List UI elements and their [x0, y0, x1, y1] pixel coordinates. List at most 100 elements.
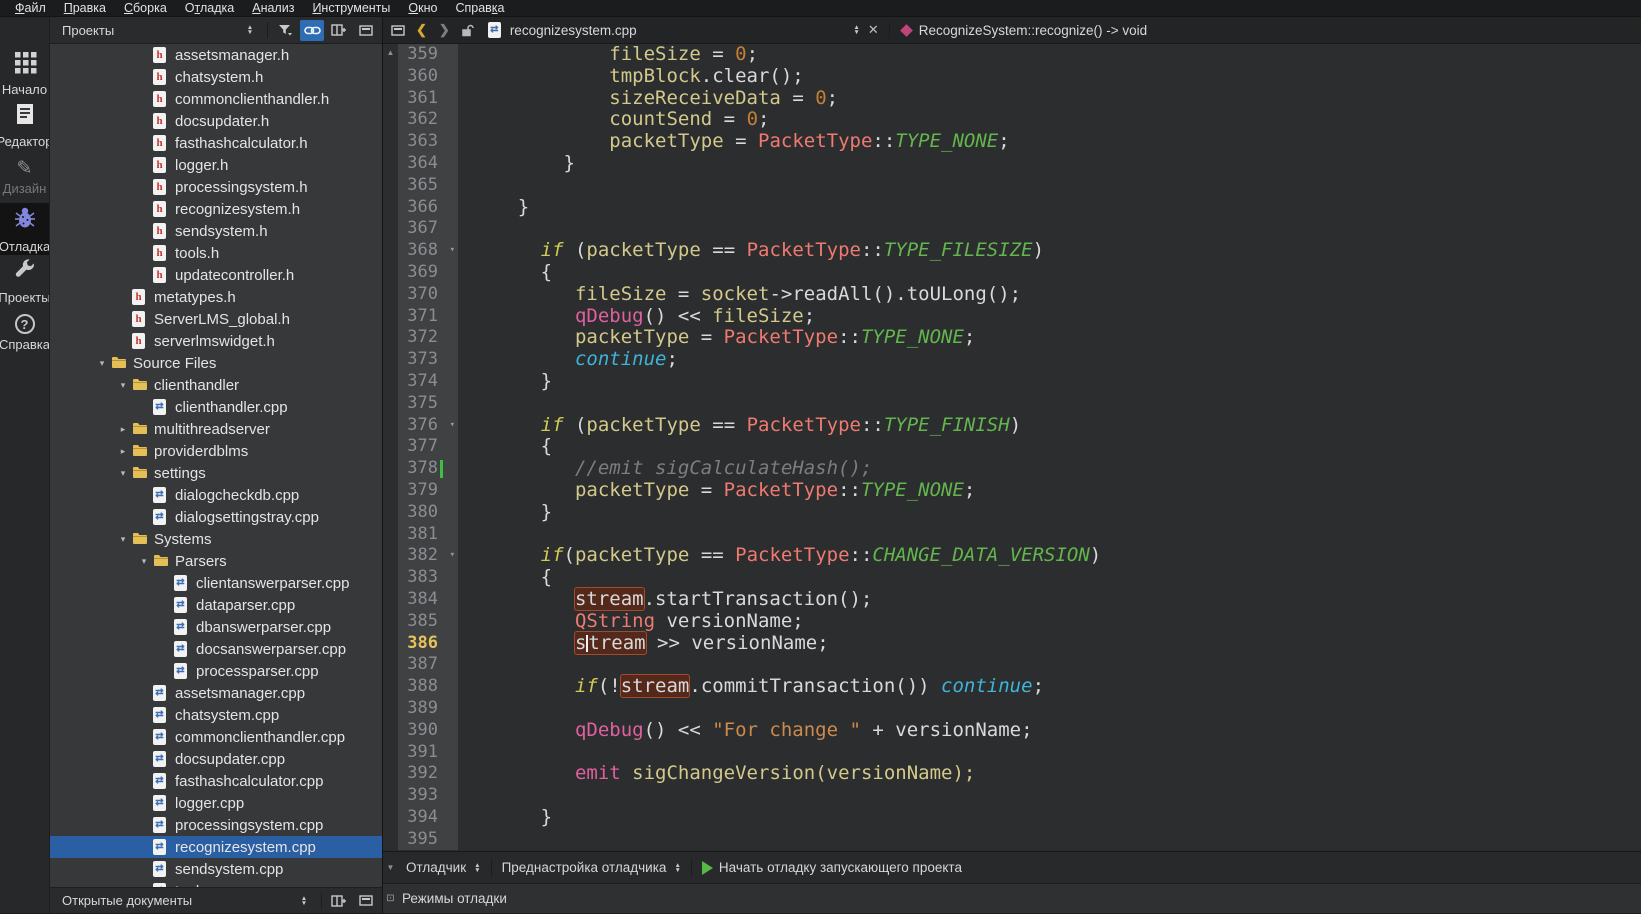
- collapse-panel-icon[interactable]: [354, 20, 378, 41]
- tree-row-docsupdater.h[interactable]: hdocsupdater.h: [50, 110, 382, 132]
- debug-run-icon[interactable]: [702, 861, 713, 875]
- scroll-up-icon[interactable]: ▲: [387, 48, 395, 57]
- code-line-381[interactable]: 381: [398, 524, 1641, 546]
- tree-row-chatsystem.cpp[interactable]: ⇄chatsystem.cpp: [50, 704, 382, 726]
- split-icon[interactable]: [327, 20, 351, 41]
- code-text[interactable]: stream >> versionName;: [472, 633, 1641, 655]
- line-number[interactable]: 372: [398, 327, 458, 349]
- code-text[interactable]: [472, 218, 1641, 240]
- code-line-384[interactable]: 384 stream.startTransaction();: [398, 589, 1641, 611]
- tree-row-fasthashcalculator.cpp[interactable]: ⇄fasthashcalculator.cpp: [50, 770, 382, 792]
- code-text[interactable]: countSend = 0;: [472, 109, 1641, 131]
- code-text[interactable]: [472, 393, 1641, 415]
- code-line-369[interactable]: 369 {: [398, 262, 1641, 284]
- tree-row-assetsmanager.cpp[interactable]: ⇄assetsmanager.cpp: [50, 682, 382, 704]
- open-documents-title[interactable]: Открытые документы: [62, 893, 292, 908]
- code-line-383[interactable]: 383 {: [398, 567, 1641, 589]
- tree-row-chatsystem.h[interactable]: hchatsystem.h: [50, 66, 382, 88]
- unlock-icon[interactable]: [456, 20, 480, 41]
- code-line-382[interactable]: 382▾ if(packetType == PacketType::CHANGE…: [398, 545, 1641, 567]
- code-line-394[interactable]: 394 }: [398, 807, 1641, 829]
- filter-icon[interactable]: [273, 20, 297, 41]
- line-number[interactable]: 384: [398, 589, 458, 611]
- code-line-388[interactable]: 388 if(!stream.commitTransaction()) cont…: [398, 676, 1641, 698]
- line-number[interactable]: 383: [398, 567, 458, 589]
- line-number[interactable]: 377: [398, 436, 458, 458]
- code-line-376[interactable]: 376▾ if (packetType == PacketType::TYPE_…: [398, 415, 1641, 437]
- projects-panel-title[interactable]: Проекты: [62, 23, 238, 38]
- line-number[interactable]: 365: [398, 175, 458, 197]
- close-document-icon[interactable]: ✕: [860, 22, 887, 38]
- tree-row-docsanswerparser.cpp[interactable]: ⇄docsanswerparser.cpp: [50, 638, 382, 660]
- tree-row-dbanswerparser.cpp[interactable]: ⇄dbanswerparser.cpp: [50, 616, 382, 638]
- tree-row-logger.h[interactable]: hlogger.h: [50, 154, 382, 176]
- tree-row-updatecontroller.h[interactable]: hupdatecontroller.h: [50, 264, 382, 286]
- code-line-363[interactable]: 363 packetType = PacketType::TYPE_NONE;: [398, 131, 1641, 153]
- split-icon[interactable]: [327, 890, 351, 911]
- line-number[interactable]: 386: [398, 633, 458, 655]
- code-text[interactable]: emit sigChangeVersion(versionName);: [472, 763, 1641, 785]
- code-text[interactable]: {: [472, 567, 1641, 589]
- chevron-down-icon[interactable]: ▾: [114, 380, 132, 391]
- tree-row-clienthandler[interactable]: ▾clienthandler: [50, 374, 382, 396]
- line-number[interactable]: 361: [398, 88, 458, 110]
- code-line-379[interactable]: 379 packetType = PacketType::TYPE_NONE;: [398, 480, 1641, 502]
- code-text[interactable]: fileSize = 0;: [472, 44, 1641, 66]
- tree-row-recognizesystem.h[interactable]: hrecognizesystem.h: [50, 198, 382, 220]
- mode-item-Редактор[interactable]: Редактор: [0, 99, 49, 151]
- code-text[interactable]: }: [472, 807, 1641, 829]
- code-line-365[interactable]: 365: [398, 175, 1641, 197]
- menu-Справка[interactable]: Справка: [446, 1, 513, 15]
- code-line-380[interactable]: 380 }: [398, 502, 1641, 524]
- tree-row-processingsystem.cpp[interactable]: ⇄processingsystem.cpp: [50, 814, 382, 836]
- menu-Сборка[interactable]: Сборка: [115, 1, 176, 15]
- tree-row-processingsystem.h[interactable]: hprocessingsystem.h: [50, 176, 382, 198]
- tree-row-multithreadserver[interactable]: ▸multithreadserver: [50, 418, 382, 440]
- menu-Анализ[interactable]: Анализ: [243, 1, 303, 15]
- tree-row-processparser.cpp[interactable]: ⇄processparser.cpp: [50, 660, 382, 682]
- code-text[interactable]: packetType = PacketType::TYPE_NONE;: [472, 327, 1641, 349]
- code-text[interactable]: QString versionName;: [472, 611, 1641, 633]
- start-debug-label[interactable]: Начать отладку запускающего проекта: [719, 860, 962, 875]
- line-number[interactable]: 382▾: [398, 545, 458, 567]
- fold-marker-icon[interactable]: ▾: [450, 415, 455, 437]
- line-number[interactable]: 362: [398, 109, 458, 131]
- tree-row-assetsmanager.h[interactable]: hassetsmanager.h: [50, 44, 382, 66]
- navigate-back-icon[interactable]: ❮: [410, 22, 433, 38]
- line-number[interactable]: 387: [398, 654, 458, 676]
- tree-row-tools.cpp[interactable]: ⇄tools.cpp: [50, 880, 382, 887]
- code-text[interactable]: [472, 654, 1641, 676]
- code-line-385[interactable]: 385 QString versionName;: [398, 611, 1641, 633]
- line-number[interactable]: 374: [398, 371, 458, 393]
- code-line-395[interactable]: 395: [398, 829, 1641, 851]
- chevron-down-icon[interactable]: ▾: [135, 556, 153, 567]
- code-text[interactable]: //emit sigCalculateHash();: [472, 458, 1641, 480]
- code-text[interactable]: if (packetType == PacketType::TYPE_FINIS…: [472, 415, 1641, 437]
- tree-row-Parsers[interactable]: ▾Parsers: [50, 550, 382, 572]
- code-line-360[interactable]: 360 tmpBlock.clear();: [398, 66, 1641, 88]
- navigate-forward-icon[interactable]: ❯: [433, 22, 456, 38]
- menu-Окно[interactable]: Окно: [399, 1, 446, 15]
- panel-box-icon[interactable]: [386, 20, 410, 41]
- line-number[interactable]: 376▾: [398, 415, 458, 437]
- line-number[interactable]: 359: [398, 44, 458, 66]
- line-number[interactable]: 370: [398, 284, 458, 306]
- code-lines[interactable]: 359 fileSize = 0;360 tmpBlock.clear();36…: [398, 44, 1641, 851]
- code-line-393[interactable]: 393: [398, 785, 1641, 807]
- collapse-panel-icon[interactable]: [354, 890, 378, 911]
- tree-row-docsupdater.cpp[interactable]: ⇄docsupdater.cpp: [50, 748, 382, 770]
- code-text[interactable]: [472, 175, 1641, 197]
- line-number[interactable]: 367: [398, 218, 458, 240]
- code-text[interactable]: }: [472, 153, 1641, 175]
- current-symbol[interactable]: RecognizeSystem::recognize() -> void: [919, 23, 1147, 38]
- code-text[interactable]: [472, 524, 1641, 546]
- chevron-down-icon[interactable]: ▾: [93, 358, 111, 369]
- tree-row-commonclienthandler.h[interactable]: hcommonclienthandler.h: [50, 88, 382, 110]
- tree-row-tools.h[interactable]: htools.h: [50, 242, 382, 264]
- line-number[interactable]: 364: [398, 153, 458, 175]
- code-text[interactable]: fileSize = socket->readAll().toULong();: [472, 284, 1641, 306]
- menu-Правка[interactable]: Правка: [55, 1, 115, 15]
- code-line-386[interactable]: 386 stream >> versionName;: [398, 633, 1641, 655]
- chevron-down-icon[interactable]: ▾: [114, 468, 132, 479]
- tree-row-fasthashcalculator.h[interactable]: hfasthashcalculator.h: [50, 132, 382, 154]
